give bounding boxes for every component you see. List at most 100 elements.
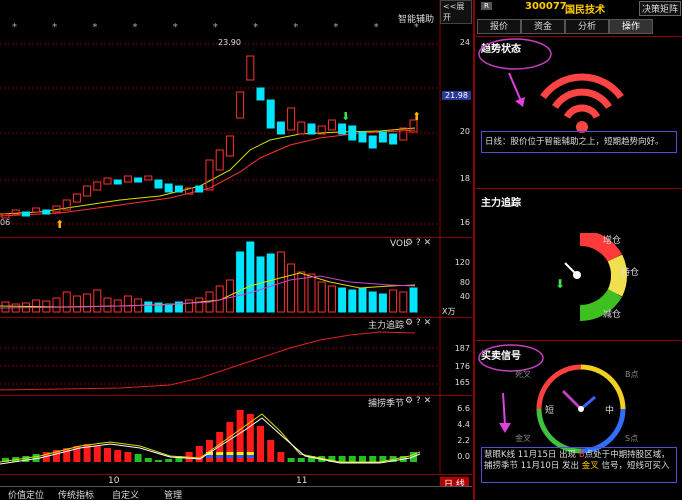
vol-axis-40: 40	[459, 292, 470, 301]
volume-bar	[368, 291, 377, 313]
candlestick-chart[interactable]	[0, 0, 472, 238]
candlestick	[154, 179, 163, 189]
fishing-season-bar	[257, 426, 264, 462]
volume-bar	[1, 301, 10, 313]
candlestick	[144, 175, 153, 181]
candlestick	[123, 175, 132, 183]
fishing-season-yellow-segment	[246, 452, 254, 455]
fishing-season-bar	[359, 456, 366, 462]
price-chart-panel[interactable]: 23.90 06 * * * * * * * * * * * * 智能辅助 <<…	[0, 0, 472, 238]
volume-bar	[338, 287, 347, 313]
main-force-section: 主力追踪 增仓 持仓 减仓 ⬇	[475, 188, 682, 340]
candlestick	[327, 119, 336, 131]
candlestick	[389, 133, 398, 145]
fishing-season-bar	[277, 452, 285, 462]
price-axis-24: 24	[459, 38, 470, 47]
smart-assist-label: 智能辅助	[398, 15, 435, 25]
candlestick	[72, 193, 81, 203]
tab-funds[interactable]: 资金	[521, 19, 565, 34]
candlestick	[297, 121, 306, 135]
volume-bar	[164, 303, 173, 313]
tab-value-positioning[interactable]: 价值定位	[8, 488, 44, 500]
candlestick	[399, 127, 408, 141]
main-force-section-title: 主力追踪	[481, 198, 521, 209]
fishing-season-blue-segment	[246, 455, 254, 458]
gear-icon[interactable]: ⚙ ? ✕	[405, 238, 431, 248]
x-axis: 10 11 日 线	[0, 474, 472, 490]
signal-strength-icon	[540, 73, 624, 133]
low-price-label: 06	[0, 218, 11, 227]
candlestick	[205, 159, 214, 191]
gear-icon[interactable]: ⚙ ? ✕	[405, 318, 431, 328]
volume-panel[interactable]: VOL ⚙ ? ✕ 120 80 40 X万	[0, 238, 472, 318]
tab-manage[interactable]: 管理	[164, 488, 182, 500]
fishing-season-bar	[297, 458, 305, 462]
candlestick	[378, 131, 387, 143]
clock-label-s-point: S点	[625, 434, 639, 443]
candlestick	[358, 131, 367, 143]
fishing-season-yellow-segment	[216, 452, 224, 455]
volume-bar	[307, 273, 316, 313]
tab-traditional-indicators[interactable]: 传统指标	[58, 488, 94, 500]
volume-bar	[287, 263, 296, 313]
annotation-ellipse	[478, 38, 552, 70]
candlestick	[225, 135, 234, 157]
volume-bar	[246, 241, 255, 313]
tab-quote[interactable]: 报价	[477, 19, 521, 34]
stock-name: 国民技术	[565, 5, 605, 16]
vol-axis-80: 80	[459, 278, 470, 287]
bljj-axis-2.2: 2.2	[457, 436, 470, 445]
price-axis-16: 16	[459, 218, 470, 227]
volume-bar	[327, 285, 336, 313]
candlestick	[368, 135, 377, 149]
candlestick	[164, 183, 173, 193]
candlestick	[276, 121, 285, 135]
clock-label-b-point: B点	[625, 370, 639, 379]
volume-bar	[144, 301, 153, 313]
candlestick	[42, 209, 51, 215]
clock-label-mid: 中	[605, 406, 615, 416]
candlestick	[266, 99, 275, 129]
fishing-season-bar	[93, 446, 101, 462]
volume-bar	[93, 289, 102, 313]
tab-analysis[interactable]: 分析	[565, 19, 609, 34]
x-label-10: 10	[108, 476, 120, 486]
bljj-axis-4.4: 4.4	[457, 420, 470, 429]
fishing-season-yellow-segment	[226, 452, 234, 455]
tab-custom[interactable]: 自定义	[112, 488, 139, 500]
candlestick	[93, 181, 102, 191]
main-force-panel[interactable]: 主力追踪 ⚙ ? ✕ 187 176 165	[0, 318, 472, 396]
decision-matrix-button[interactable]: 决策矩阵	[639, 1, 682, 16]
candlestick	[236, 91, 245, 119]
up-arrow-icon: ⬆	[412, 110, 422, 123]
candlestick	[174, 185, 183, 193]
volume-bar	[348, 289, 357, 313]
gauge-hold-label: 持仓	[621, 268, 640, 278]
tab-operate[interactable]: 操作	[609, 19, 653, 34]
signal-gold-cross: 金叉	[581, 461, 599, 471]
volume-bar	[52, 297, 61, 313]
gauge-increase-label: 增仓	[603, 236, 622, 246]
volume-bar	[256, 256, 265, 313]
signal-section: 买卖信号 死叉 短 B点 中 S点 金叉 慧眼K线 11月15日 出现 B点处于…	[475, 340, 682, 500]
volume-bar	[389, 289, 398, 313]
candlestick	[195, 185, 204, 193]
fishing-season-bar	[267, 440, 275, 462]
fishing-season-blue-segment	[226, 455, 234, 458]
down-arrow-icon: ⬇	[341, 110, 351, 123]
candlestick	[32, 207, 41, 213]
fishing-season-blue-segment	[206, 455, 213, 458]
fishing-season-bar	[144, 458, 152, 462]
fishing-season-bar	[134, 454, 142, 462]
fishing-season-panel[interactable]: 捕捞季节 ⚙ ? ✕ 6.6 4.4 2.2 0.0	[0, 396, 472, 474]
signal-text-suffix: 信号，短线可买入	[598, 461, 670, 471]
fishing-season-yellow-segment	[236, 452, 244, 455]
fishing-season-bar	[369, 456, 377, 462]
down-arrow-icon: ⬇	[555, 277, 566, 291]
price-axis-20: 20	[459, 127, 470, 136]
collapse-button[interactable]: <<展开	[440, 0, 472, 24]
signal-text-box: 慧眼K线 11月15日 出现 B点处于中期持股区域，捕捞季节 11月10日 发出…	[481, 447, 677, 483]
gauge-decrease-label: 减仓	[603, 310, 622, 320]
bljj-axis-6.6: 6.6	[457, 404, 470, 413]
gear-icon[interactable]: ⚙ ? ✕	[405, 396, 431, 406]
